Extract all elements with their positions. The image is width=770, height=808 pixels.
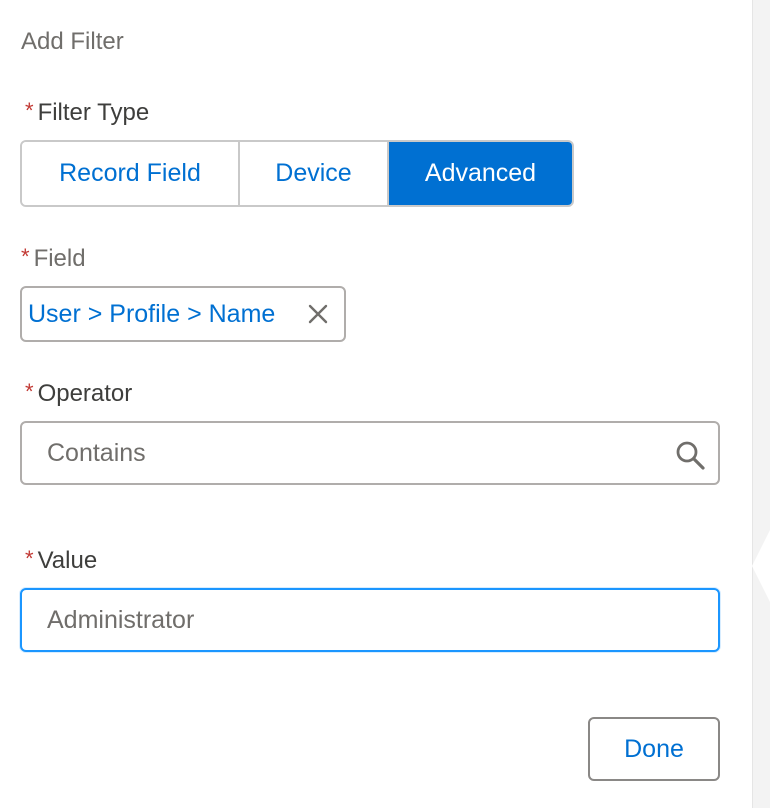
field-label-text: Field <box>33 245 86 272</box>
scroll-gutter[interactable] <box>752 0 770 808</box>
done-button[interactable]: Done <box>588 717 720 781</box>
required-marker: * <box>25 546 34 571</box>
value-input[interactable]: Administrator <box>20 588 720 652</box>
popover-notch <box>752 530 770 602</box>
filter-type-option-device[interactable]: Device <box>238 142 387 205</box>
add-filter-panel: Add Filter * Filter Type Record Field Dev… <box>0 0 752 808</box>
required-marker: * <box>25 98 34 123</box>
field-pill[interactable]: User > Profile > Name <box>20 286 346 342</box>
operator-label-text: Operator <box>37 380 133 407</box>
field-label: * Field <box>21 244 86 273</box>
value-input-value: Administrator <box>47 605 195 634</box>
filter-type-segmented-control: Record Field Device Advanced <box>20 140 574 207</box>
operator-label: * Operator <box>25 379 133 408</box>
operator-input-value: Contains <box>47 438 146 467</box>
required-marker: * <box>25 379 34 404</box>
filter-type-option-advanced[interactable]: Advanced <box>387 142 572 205</box>
filter-type-label: * Filter Type <box>25 98 150 127</box>
filter-type-option-record-field[interactable]: Record Field <box>22 142 238 205</box>
value-label: * Value <box>25 546 98 575</box>
search-icon <box>676 441 705 470</box>
required-marker: * <box>21 244 30 269</box>
field-pill-label: User > Profile > Name <box>28 299 276 328</box>
close-icon[interactable] <box>306 302 330 326</box>
filter-type-label-text: Filter Type <box>37 99 150 126</box>
value-label-text: Value <box>37 547 98 574</box>
panel-title: Add Filter <box>21 28 124 55</box>
operator-input[interactable]: Contains <box>20 421 720 485</box>
